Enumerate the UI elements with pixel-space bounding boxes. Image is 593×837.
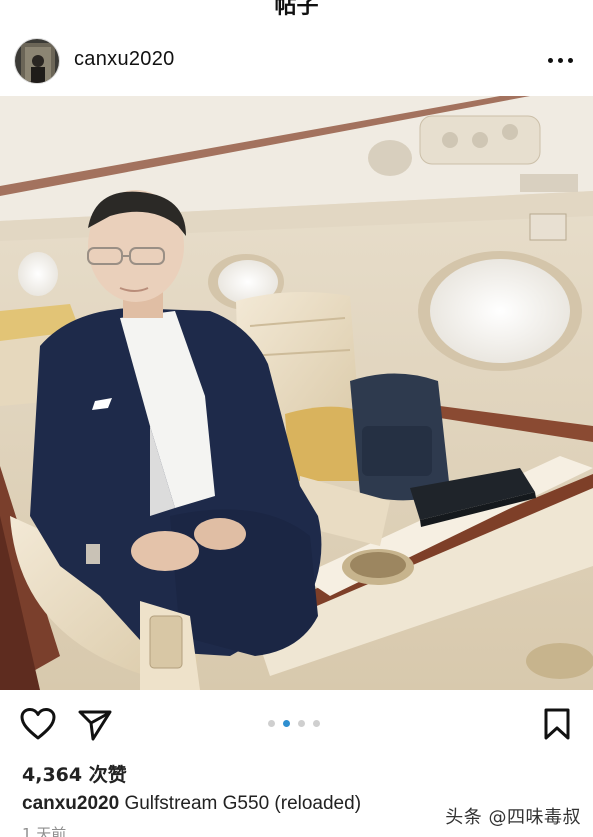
send-icon[interactable] xyxy=(78,709,112,741)
carousel-dot[interactable] xyxy=(313,720,320,727)
bookmark-icon[interactable] xyxy=(543,708,571,740)
carousel-dot[interactable] xyxy=(268,720,275,727)
post-photo[interactable] xyxy=(0,96,593,690)
post-header: canxu2020 xyxy=(0,22,593,96)
carousel-dot-active[interactable] xyxy=(283,720,290,727)
carousel-dot[interactable] xyxy=(298,720,305,727)
post-timestamp: 1 天前 xyxy=(22,825,67,837)
like-count[interactable]: 4,364 次赞 xyxy=(22,760,127,787)
top-nav-bar: 帖子 xyxy=(0,0,593,22)
post-username[interactable]: canxu2020 xyxy=(74,48,175,71)
caption-text: Gulfstream G550 (reloaded) xyxy=(119,793,362,814)
post-actions-bar xyxy=(0,690,593,756)
heart-icon[interactable] xyxy=(20,708,56,740)
watermark: 头条 @四味毒叔 xyxy=(445,807,581,828)
more-options-icon[interactable] xyxy=(547,50,575,70)
post-caption: canxu2020 Gulfstream G550 (reloaded) xyxy=(22,793,361,815)
avatar[interactable] xyxy=(14,38,60,84)
page-title: 帖子 xyxy=(274,0,319,19)
caption-username[interactable]: canxu2020 xyxy=(22,793,119,814)
